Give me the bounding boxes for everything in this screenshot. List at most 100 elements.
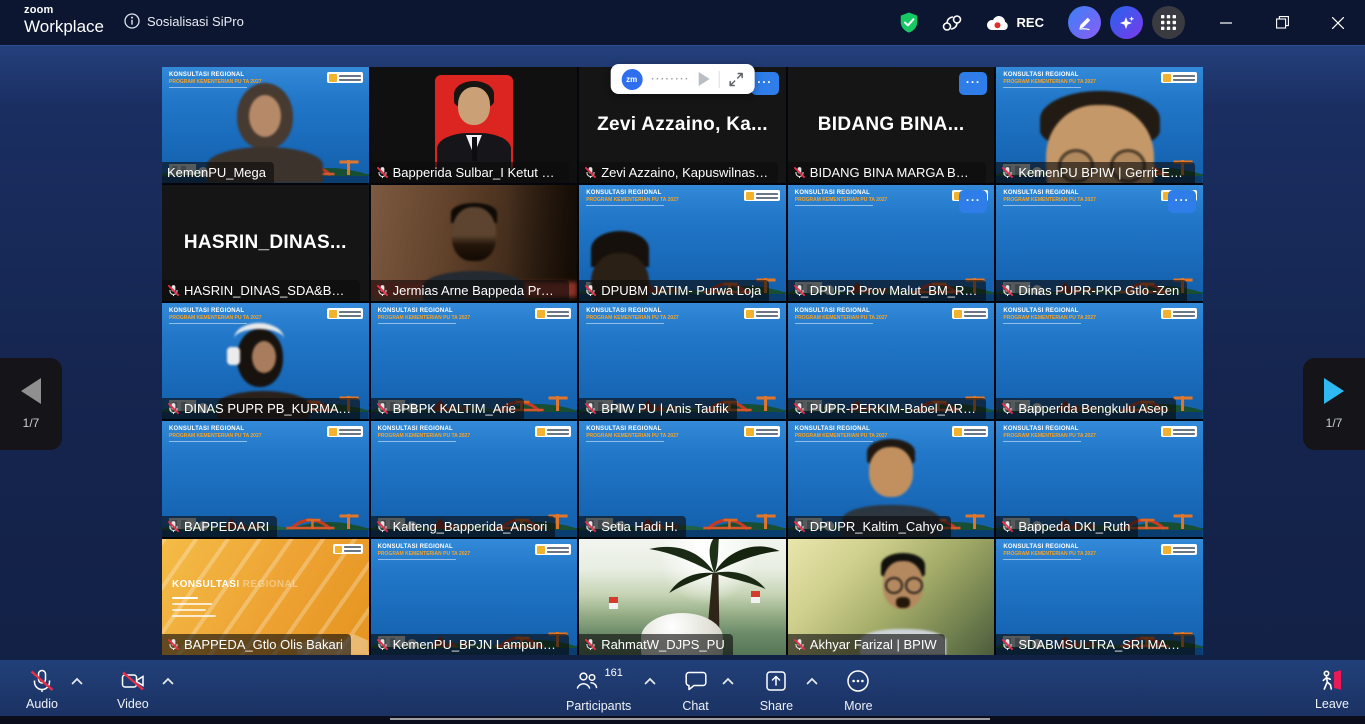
participant-name-label: Kalteng_Bapperida_Ansori xyxy=(371,516,556,537)
participant-tile[interactable]: KONSULTASI REGIONAL PROGRAM KEMENTERIAN … xyxy=(788,185,995,301)
annotate-pen-button[interactable] xyxy=(1068,6,1101,39)
slide-logo xyxy=(333,544,363,554)
participant-tile[interactable]: KONSULTASI REGIONAL PROGRAM KEMENTERIAN … xyxy=(788,303,995,419)
participant-tile[interactable]: KONSULTASI REGIONAL PROGRAM KEMENTERIAN … xyxy=(788,421,995,537)
ministry-pu-logo xyxy=(535,308,571,319)
participant-tile[interactable]: KONSULTASI REGIONAL PROGRAM KEMENTERIAN … xyxy=(579,303,786,419)
muted-mic-icon xyxy=(1001,520,1014,533)
vbg-header: KONSULTASI REGIONAL PROGRAM KEMENTERIAN … xyxy=(169,426,262,442)
participant-tile[interactable]: KONSULTASI REGIONAL PROGRAM KEMENTERIAN … xyxy=(162,67,369,183)
chat-button[interactable]: Chat xyxy=(682,668,708,713)
apps-grid-button[interactable] xyxy=(1152,6,1185,39)
vbg-header: KONSULTASI REGIONAL PROGRAM KEMENTERIAN … xyxy=(378,544,471,560)
audio-options-chevron[interactable] xyxy=(71,677,83,685)
participant-name-text: Zevi Azzaino, Kapuswilnas BPI... xyxy=(601,165,769,180)
participant-tile[interactable]: KONSULTASI REGIONAL PROGRAM KEMENTERIAN … xyxy=(162,421,369,537)
close-button[interactable] xyxy=(1323,8,1353,38)
vbg-header: KONSULTASI REGIONAL PROGRAM KEMENTERIAN … xyxy=(378,426,471,442)
participant-tile[interactable]: KONSULTASI REGIONAL PROGRAM KEMENTERIAN … xyxy=(371,539,578,655)
vbg-subtitle-text: PROGRAM KEMENTERIAN PU TA 2027 xyxy=(586,315,679,321)
play-button[interactable] xyxy=(699,72,710,86)
vbg-rule xyxy=(378,559,456,560)
video-label: Video xyxy=(117,697,149,711)
participant-tile[interactable]: KONSULTASI REGIONAL PROGRAM KEMENTERIAN … xyxy=(162,303,369,419)
vbg-rule xyxy=(1003,205,1081,206)
muted-mic-icon xyxy=(167,284,180,297)
participant-name-text: KemenPU_BPJN Lampung_Siti ... xyxy=(393,637,561,652)
participant-name-text: Setia Hadi H. xyxy=(601,519,678,534)
tile-options-button[interactable]: ··· xyxy=(751,72,779,95)
participant-tile[interactable]: KONSULTASI REGIONAL PROGRAM KEMENTERIAN … xyxy=(579,185,786,301)
muted-mic-icon xyxy=(1001,402,1014,415)
participant-name-label: Zevi Azzaino, Kapuswilnas BPI... xyxy=(579,162,777,183)
participant-tile[interactable]: KONSULTASI REGIONAL PROGRAM KEMENTERIAN … xyxy=(162,185,369,301)
participant-tile[interactable]: KONSULTASI REGIONAL PROGRAM KEMENTERIAN … xyxy=(162,539,369,655)
chat-options-chevron[interactable] xyxy=(722,677,734,685)
indonesian-flag xyxy=(609,597,618,609)
expand-icon[interactable] xyxy=(729,72,744,87)
participant-name-text: BPBPK KALTIM_Arie xyxy=(393,401,516,416)
vbg-rule xyxy=(795,323,873,324)
vbg-subtitle-text: PROGRAM KEMENTERIAN PU TA 2027 xyxy=(378,433,471,439)
video-button[interactable]: Video xyxy=(117,668,149,711)
ai-companion-button[interactable] xyxy=(1110,6,1143,39)
participant-tile[interactable]: KONSULTASI REGIONAL PROGRAM KEMENTERIAN … xyxy=(371,303,578,419)
muted-mic-icon xyxy=(584,402,597,415)
share-button[interactable]: Share xyxy=(760,668,793,713)
recording-indicator[interactable]: REC xyxy=(984,13,1044,33)
tile-options-button[interactable]: ··· xyxy=(959,72,987,95)
meeting-info[interactable]: Sosialisasi SiPro xyxy=(124,13,244,29)
participant-tile[interactable]: KONSULTASI REGIONAL PROGRAM KEMENTERIAN … xyxy=(788,539,995,655)
tile-options-button[interactable]: ··· xyxy=(1168,190,1196,213)
muted-mic-icon xyxy=(1001,638,1014,651)
floating-player-pill[interactable]: zm ········ xyxy=(610,64,755,94)
restore-button[interactable] xyxy=(1267,8,1297,38)
gallery-prev-button[interactable]: 1/7 xyxy=(0,358,62,450)
muted-mic-icon xyxy=(793,166,806,179)
next-arrow-icon xyxy=(1324,378,1344,404)
vbg-subtitle-text: PROGRAM KEMENTERIAN PU TA 2027 xyxy=(1003,433,1096,439)
participant-tile[interactable]: KONSULTASI REGIONAL PROGRAM KEMENTERIAN … xyxy=(996,303,1203,419)
meeting-stage: KONSULTASI REGIONAL PROGRAM KEMENTERIAN … xyxy=(0,45,1365,717)
vbg-rule xyxy=(378,441,456,442)
participants-button[interactable]: 161 Participants xyxy=(566,668,631,713)
leave-icon xyxy=(1318,668,1346,694)
participant-name-label: BIDANG BINA MARGA BMCKT... xyxy=(788,162,986,183)
ministry-pu-logo xyxy=(744,426,780,437)
participant-tile[interactable]: KONSULTASI REGIONAL PROGRAM KEMENTERIAN … xyxy=(996,185,1203,301)
vbg-header: KONSULTASI REGIONAL PROGRAM KEMENTERIAN … xyxy=(1003,426,1096,442)
ministry-pu-logo xyxy=(535,544,571,555)
participant-tile[interactable]: KONSULTASI REGIONAL PROGRAM KEMENTERIAN … xyxy=(996,421,1203,537)
participant-name-text: Dinas PUPR-PKP Gtlo -Zen xyxy=(1018,283,1179,298)
tile-options-button[interactable]: ··· xyxy=(959,190,987,213)
huddle-icon[interactable] xyxy=(940,12,964,34)
vbg-subtitle-text: PROGRAM KEMENTERIAN PU TA 2027 xyxy=(378,315,471,321)
vbg-title-text: KONSULTASI REGIONAL xyxy=(1003,308,1096,314)
participant-tile[interactable]: KONSULTASI REGIONAL PROGRAM KEMENTERIAN … xyxy=(371,67,578,183)
video-options-chevron[interactable] xyxy=(162,677,174,685)
participant-tile[interactable]: KONSULTASI REGIONAL PROGRAM KEMENTERIAN … xyxy=(996,67,1203,183)
vbg-header: KONSULTASI REGIONAL PROGRAM KEMENTERIAN … xyxy=(1003,544,1096,560)
ministry-pu-logo xyxy=(1161,544,1197,555)
audio-button[interactable]: Audio xyxy=(26,668,58,711)
minimize-button[interactable] xyxy=(1211,8,1241,38)
participant-tile[interactable]: KONSULTASI REGIONAL PROGRAM KEMENTERIAN … xyxy=(579,539,786,655)
rec-label: REC xyxy=(1017,15,1044,30)
vbg-rule xyxy=(1003,441,1081,442)
participant-tile[interactable]: KONSULTASI REGIONAL PROGRAM KEMENTERIAN … xyxy=(579,421,786,537)
participants-options-chevron[interactable] xyxy=(644,677,656,685)
share-options-chevron[interactable] xyxy=(806,677,818,685)
chat-icon xyxy=(683,668,709,694)
muted-mic-icon xyxy=(793,402,806,415)
participant-tile[interactable]: KONSULTASI REGIONAL PROGRAM KEMENTERIAN … xyxy=(371,185,578,301)
gallery-next-button[interactable]: 1/7 xyxy=(1303,358,1365,450)
leave-button[interactable]: Leave xyxy=(1315,668,1349,711)
close-icon xyxy=(1332,17,1344,29)
more-icon xyxy=(845,668,871,694)
participant-tile[interactable]: KONSULTASI REGIONAL PROGRAM KEMENTERIAN … xyxy=(371,421,578,537)
more-button[interactable]: More xyxy=(844,668,872,713)
brand-zoom: zoom xyxy=(24,5,104,16)
participant-tile[interactable]: KONSULTASI REGIONAL PROGRAM KEMENTERIAN … xyxy=(788,67,995,183)
security-shield-icon[interactable] xyxy=(898,11,920,35)
participant-tile[interactable]: KONSULTASI REGIONAL PROGRAM KEMENTERIAN … xyxy=(996,539,1203,655)
